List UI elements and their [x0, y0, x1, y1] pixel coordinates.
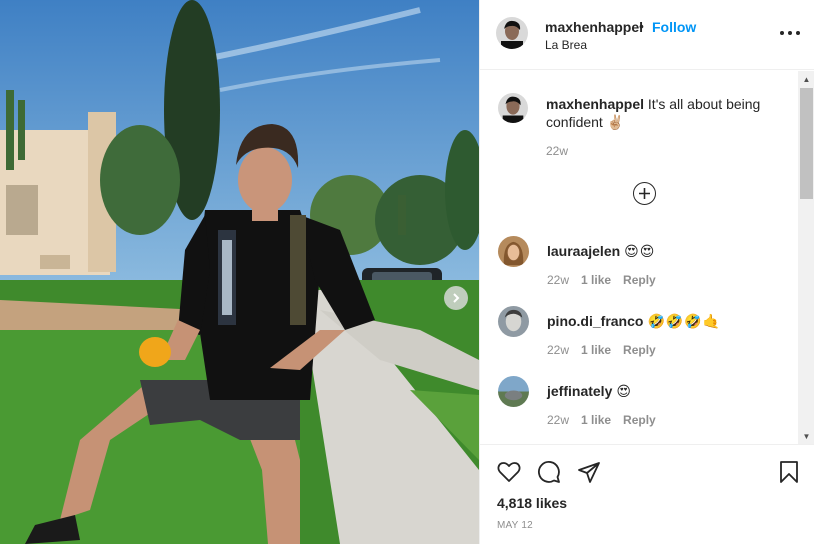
chevron-right-icon [453, 293, 460, 303]
scrollbar-thumb[interactable] [800, 88, 813, 199]
reply-button[interactable]: Reply [623, 273, 656, 287]
like-count[interactable]: 4,818 likes [497, 495, 567, 511]
post-header: maxhenhappel • Follow La Brea [480, 0, 814, 70]
comment-text: 😍 [616, 383, 632, 399]
comment-timestamp[interactable]: 22w [547, 413, 569, 427]
comment-meta: 22w 1 like Reply [547, 273, 656, 287]
comment-timestamp[interactable]: 22w [547, 343, 569, 357]
comment-text: 🤣🤣🤣🤙 [647, 313, 722, 329]
scroll-up-arrow-icon[interactable]: ▲ [798, 71, 814, 88]
location-link[interactable]: La Brea [545, 38, 587, 52]
author-username[interactable]: maxhenhappel [545, 19, 643, 35]
comment-item: jeffinately 😍 22w 1 like Reply [480, 376, 800, 436]
comment-bubble-icon[interactable] [537, 460, 561, 489]
post-photo[interactable] [0, 0, 479, 544]
author-avatar[interactable] [496, 17, 528, 49]
comment-text: 😍😍 [624, 243, 656, 259]
comment-item: lauraajelen 😍😍 22w 1 like Reply [480, 236, 800, 296]
commenter-avatar[interactable] [498, 236, 529, 267]
post-image [0, 0, 479, 544]
heart-icon[interactable] [497, 460, 521, 489]
paper-plane-icon[interactable] [577, 460, 601, 489]
load-more-comments-button[interactable] [633, 182, 656, 205]
next-photo-button[interactable] [444, 286, 468, 310]
caption: maxhenhappel It's all about being confid… [546, 95, 766, 131]
commenter-avatar[interactable] [498, 376, 529, 407]
separator-dot: • [639, 18, 644, 34]
follow-button[interactable]: Follow [652, 19, 696, 35]
comments-list[interactable]: maxhenhappel It's all about being confid… [480, 71, 814, 445]
comment-likes[interactable]: 1 like [581, 343, 611, 357]
caption-username[interactable]: maxhenhappel [546, 96, 644, 112]
caption-avatar[interactable] [498, 93, 528, 123]
reply-button[interactable]: Reply [623, 413, 656, 427]
commenter-username[interactable]: pino.di_franco 🤣🤣🤣🤙 [547, 313, 721, 330]
bookmark-icon[interactable] [777, 460, 801, 489]
caption-timestamp[interactable]: 22w [546, 144, 568, 158]
more-options-icon[interactable] [780, 25, 800, 41]
comments-scrollbar[interactable]: ▲ ▼ [798, 71, 814, 444]
comment-timestamp[interactable]: 22w [547, 273, 569, 287]
comment-meta: 22w 1 like Reply [547, 413, 656, 427]
commenter-avatar[interactable] [498, 306, 529, 337]
post-date[interactable]: MAY 12 [497, 520, 533, 531]
post-sidebar: maxhenhappel • Follow La Brea maxhenhapp… [479, 0, 814, 544]
plus-circle-icon [639, 188, 650, 199]
post-actions [480, 452, 814, 492]
reply-button[interactable]: Reply [623, 343, 656, 357]
comment-meta: 22w 1 like Reply [547, 343, 656, 357]
commenter-username[interactable]: jeffinately 😍 [547, 383, 632, 400]
comment-item: pino.di_franco 🤣🤣🤣🤙 22w 1 like Reply [480, 306, 800, 366]
comment-likes[interactable]: 1 like [581, 273, 611, 287]
commenter-username[interactable]: lauraajelen 😍😍 [547, 243, 655, 260]
comment-likes[interactable]: 1 like [581, 413, 611, 427]
scroll-down-arrow-icon[interactable]: ▼ [798, 428, 814, 444]
